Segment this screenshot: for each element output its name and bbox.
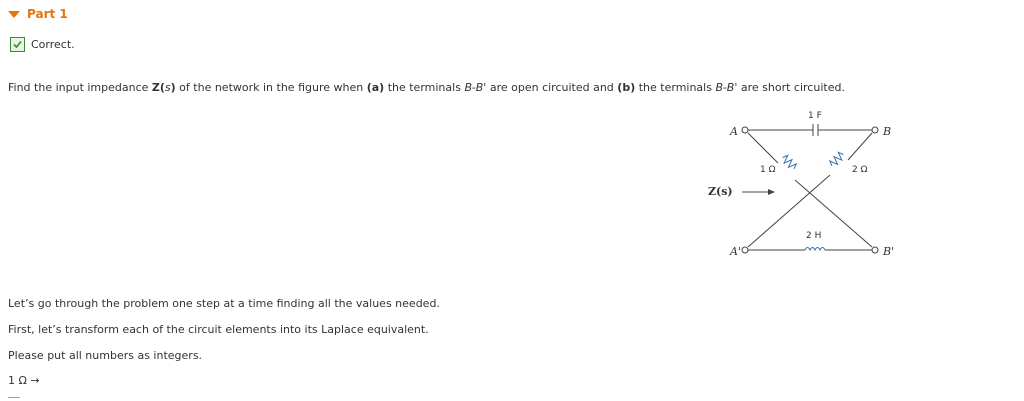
- step-line-3: Please put all numbers as integers.: [8, 349, 203, 362]
- inductor-label: 2 H: [806, 231, 821, 241]
- status-text: Correct.: [31, 38, 75, 51]
- resistor-1-label: 1 Ω: [760, 165, 776, 175]
- answer-row: 1 Ω →: [8, 374, 40, 387]
- part-title: Part 1: [27, 7, 68, 21]
- terminal-b: [871, 126, 879, 134]
- collapse-caret-icon[interactable]: [8, 10, 20, 18]
- arrow-right-icon: [768, 189, 775, 195]
- terminal-b-prime: [871, 246, 879, 254]
- terminal-a: [741, 126, 749, 134]
- node-a-prime-label: A': [729, 245, 741, 258]
- node-b-label: B: [882, 125, 891, 138]
- problem-statement: Find the input impedance Z(s) of the net…: [8, 81, 845, 94]
- resistor-2-label: 2 Ω: [852, 165, 868, 175]
- step-line-2: First, let’s transform each of the circu…: [8, 323, 429, 336]
- capacitor-label: 1 F: [808, 111, 822, 121]
- circuit-figure: 1 F A B A' B' 1 Ω 2 Ω 2 H Z(s): [708, 111, 894, 258]
- answer-input[interactable]: [8, 397, 20, 398]
- answer-label: 1 Ω →: [8, 374, 40, 387]
- part-header[interactable]: Part 1: [8, 6, 68, 22]
- zs-label: Z(s): [708, 185, 733, 198]
- terminal-a-prime: [741, 246, 749, 254]
- status-correct: Correct.: [10, 37, 75, 52]
- step-line-1: Let’s go through the problem one step at…: [8, 297, 440, 310]
- check-icon: [10, 37, 25, 52]
- node-a-label: A: [729, 125, 738, 138]
- node-b-prime-label: B': [882, 245, 894, 258]
